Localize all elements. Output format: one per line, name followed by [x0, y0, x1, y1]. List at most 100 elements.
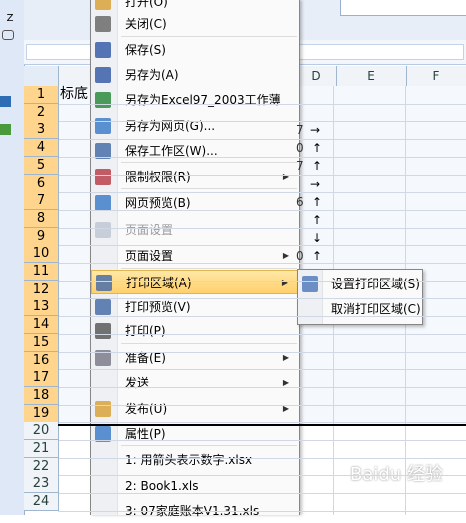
- cell-a1[interactable]: 标底: [60, 85, 88, 103]
- set-print-area-icon: [302, 276, 318, 292]
- menu-item-label: 另存为(A): [125, 68, 179, 82]
- row-header[interactable]: 6: [24, 174, 59, 193]
- print-preview-icon: [95, 299, 111, 315]
- webpage-icon: [95, 118, 111, 134]
- menu-item-label: 网页预览(B): [125, 196, 191, 210]
- row-header[interactable]: 1: [24, 86, 59, 104]
- menu-separator: [121, 268, 297, 269]
- row-header[interactable]: 12: [24, 280, 59, 299]
- menu-item-save-as[interactable]: 另存为(A): [91, 63, 299, 87]
- row-header[interactable]: 4: [24, 139, 59, 158]
- column-header-d[interactable]: D: [296, 66, 337, 86]
- row-header[interactable]: 3: [24, 121, 59, 140]
- save-as-icon: [95, 67, 111, 83]
- file-menu: 打开(O) 关闭(C) 保存(S) 另存为(A) 另存为Excel97_2003工作薄另…: [90, 0, 300, 518]
- menu-item-label: 关闭(C): [125, 17, 167, 31]
- clear-print-area-item[interactable]: 取消打印区域(C): [298, 297, 422, 321]
- row-header[interactable]: 11: [24, 263, 59, 281]
- menu-item-excel[interactable]: 另存为Excel97_2003工作薄: [91, 88, 299, 112]
- menu-item-label: 保存(S): [125, 43, 166, 57]
- chevron-right-icon: ▶: [282, 404, 289, 413]
- select-all-corner[interactable]: [24, 66, 59, 87]
- menu-item-label: 打印(P): [125, 324, 166, 338]
- selection-border: [58, 424, 466, 426]
- cell-digit: 0: [296, 141, 304, 155]
- menu-item-permission[interactable]: 限制权限(R) ▶: [91, 165, 299, 189]
- grid-line: [58, 156, 466, 158]
- permission-icon: [95, 169, 111, 185]
- shape-icon[interactable]: [2, 30, 14, 40]
- menu-item-workspace[interactable]: 保存工作区(W)...: [91, 139, 299, 163]
- menu-item-webpage[interactable]: 另存为网页(G)...: [91, 114, 299, 138]
- grid-line: [58, 192, 466, 194]
- row-header[interactable]: 2: [24, 103, 59, 122]
- chevron-right-icon: ▶: [282, 378, 289, 387]
- toolbar-box[interactable]: [340, 0, 466, 16]
- menu-item-publish[interactable]: 发布(U) ▶: [91, 397, 299, 421]
- row-header[interactable]: 17: [24, 369, 59, 388]
- menu-item-label: 限制权限(R): [125, 170, 191, 184]
- chevron-right-icon: ▶: [282, 172, 289, 181]
- menu-item-entry-19[interactable]: 2: Book1.xls: [91, 474, 299, 498]
- cell-digit: 7: [296, 123, 304, 137]
- row-header[interactable]: 19: [24, 404, 59, 423]
- menu-separator: [121, 343, 297, 344]
- menu-item-close[interactable]: 关闭(C): [91, 12, 299, 36]
- grid-line: [58, 351, 466, 353]
- print-area-icon: [96, 275, 112, 291]
- chevron-right-icon: ▶: [281, 278, 288, 287]
- arrow-glyph: ↑: [312, 213, 323, 227]
- row-header[interactable]: 16: [24, 351, 59, 370]
- grid-line: [58, 209, 466, 211]
- grid-line: [58, 245, 466, 247]
- row-header[interactable]: 13: [24, 298, 59, 317]
- row-header[interactable]: 7: [24, 192, 59, 211]
- menu-item-prepare[interactable]: 准备(E) ▶: [91, 346, 299, 370]
- column-header-f[interactable]: F: [406, 66, 466, 86]
- set-print-area-item[interactable]: 设置打印区域(S): [298, 272, 422, 296]
- row-header[interactable]: 10: [24, 245, 59, 264]
- menu-item-label: 发布(U): [125, 402, 168, 416]
- row-header[interactable]: 24: [24, 493, 59, 512]
- grid-line: [58, 493, 466, 495]
- row-header[interactable]: 21: [24, 440, 59, 458]
- menu-item-entry-10[interactable]: 页面设置 ▶: [91, 244, 299, 268]
- row-header[interactable]: 23: [24, 475, 59, 494]
- grid-line: [58, 227, 466, 229]
- cell-digit: 0: [296, 249, 304, 263]
- open-folder-icon: [95, 0, 111, 10]
- grid-line: [58, 510, 466, 512]
- save-icon: [95, 42, 111, 58]
- menu-item-label: 打印区域(A): [126, 276, 192, 290]
- chevron-right-icon: ▶: [282, 251, 289, 260]
- tool-icon[interactable]: [0, 96, 11, 107]
- menu-item-label: 另存为Excel97_2003工作薄: [125, 93, 281, 107]
- row-header[interactable]: 20: [24, 422, 59, 441]
- grid-line: [58, 174, 466, 176]
- row-header[interactable]: 22: [24, 457, 59, 476]
- web-preview-icon: [95, 195, 111, 211]
- row-header[interactable]: 14: [24, 316, 59, 335]
- row-header[interactable]: 18: [24, 386, 59, 405]
- menu-item-printer[interactable]: 打印(P): [91, 319, 299, 343]
- grid-line: [58, 404, 466, 406]
- row-header[interactable]: 9: [24, 227, 59, 246]
- arrow-glyph: ↑: [312, 141, 323, 155]
- menu-item-entry-18[interactable]: 1: 用箭头表示数字.xlsx: [91, 448, 299, 472]
- row-header[interactable]: 5: [24, 156, 59, 175]
- tool-icon-2[interactable]: [0, 124, 11, 135]
- publish-icon: [95, 401, 111, 417]
- grid-line: [58, 333, 466, 335]
- arrow-glyph: ↓: [312, 231, 323, 245]
- grid-line: [58, 103, 466, 105]
- column-header-e[interactable]: E: [336, 66, 407, 86]
- menu-item-print-area[interactable]: 打印区域(A) ▶: [91, 270, 299, 294]
- chevron-right-icon: ▶: [282, 353, 289, 362]
- menu-item-web-preview[interactable]: 网页预览(B): [91, 191, 299, 215]
- menu-item-entry-15[interactable]: 发送 ▶: [91, 371, 299, 395]
- menu-item-label: 页面设置: [125, 249, 174, 263]
- row-header[interactable]: 8: [24, 209, 59, 228]
- row-header[interactable]: 15: [24, 333, 59, 352]
- menu-item-save[interactable]: 保存(S): [91, 38, 299, 62]
- menu-separator: [121, 445, 297, 446]
